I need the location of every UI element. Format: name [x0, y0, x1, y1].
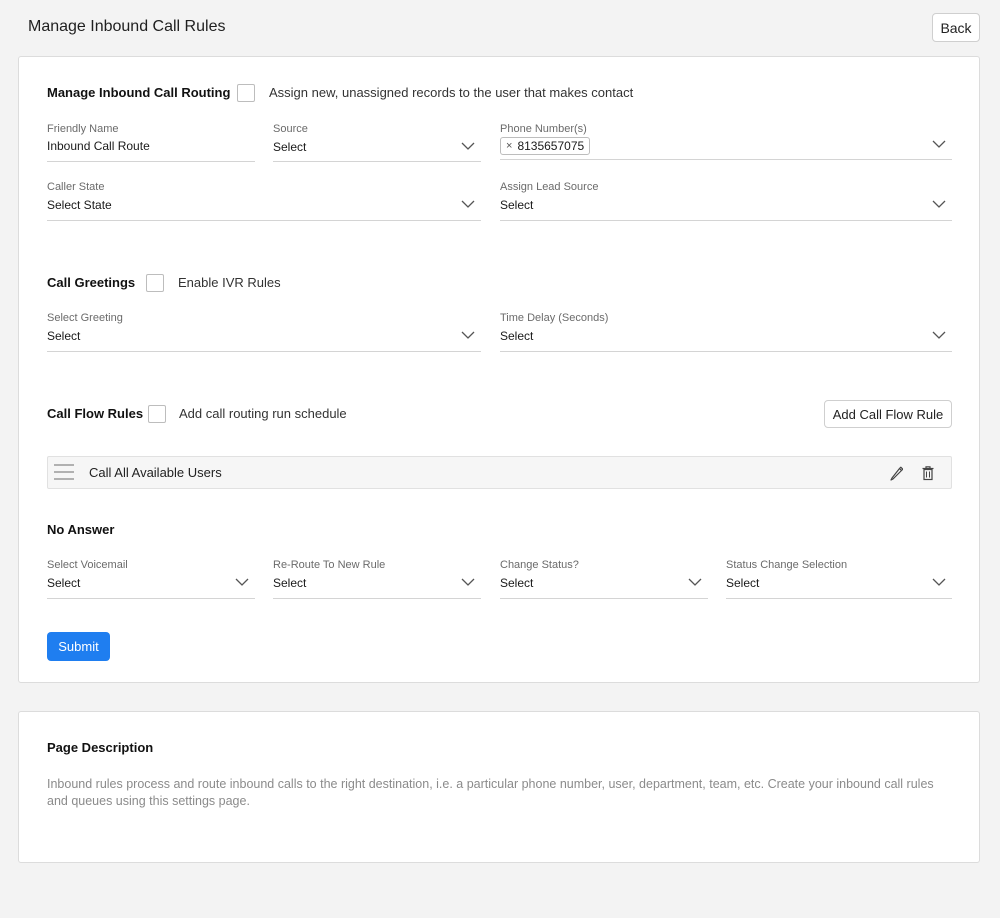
caller-state-select[interactable]: Caller State Select State: [47, 181, 481, 221]
drag-handle-icon[interactable]: [53, 463, 75, 481]
lead-source-value: Select: [500, 198, 534, 212]
call-flow-rule-row[interactable]: Call All Available Users: [47, 456, 952, 489]
chevron-down-icon: [461, 142, 475, 150]
friendly-name-label: Friendly Name: [47, 123, 119, 135]
status-selection-label: Status Change Selection: [726, 559, 848, 571]
description-title: Page Description: [47, 740, 154, 755]
back-button[interactable]: Back: [932, 13, 980, 42]
assign-records-checkbox[interactable]: [237, 84, 255, 102]
description-text: Inbound rules process and route inbound …: [47, 777, 934, 808]
page-description-card: Page Description Inbound rules process a…: [18, 711, 980, 863]
change-status-value: Select: [500, 576, 534, 590]
change-status-label: Change Status?: [500, 559, 579, 571]
chevron-down-icon: [932, 578, 946, 586]
run-schedule-label: Add call routing run schedule: [179, 406, 347, 421]
chevron-down-icon: [932, 200, 946, 208]
page-title: Manage Inbound Call Rules: [28, 18, 226, 35]
reroute-label: Re-Route To New Rule: [273, 559, 386, 571]
assign-records-label: Assign new, unassigned records to the us…: [269, 85, 634, 100]
ivr-rules-label: Enable IVR Rules: [178, 275, 281, 290]
source-value: Select: [273, 140, 307, 154]
chevron-down-icon: [932, 140, 946, 148]
lead-source-label: Assign Lead Source: [500, 181, 599, 193]
chevron-down-icon: [932, 331, 946, 339]
chevron-down-icon: [461, 331, 475, 339]
no-answer-section-title: No Answer: [47, 522, 115, 537]
friendly-name-field[interactable]: Friendly Name Inbound Call Route: [47, 123, 255, 162]
run-schedule-checkbox[interactable]: [148, 405, 166, 423]
source-label: Source: [273, 123, 308, 135]
reroute-select[interactable]: Re-Route To New Rule Select: [273, 559, 481, 599]
lead-source-select[interactable]: Assign Lead Source Select: [500, 181, 952, 221]
caller-state-label: Caller State: [47, 181, 105, 193]
caller-state-value: Select State: [47, 198, 112, 212]
greeting-select[interactable]: Select Greeting Select: [47, 312, 481, 352]
flow-section-title: Call Flow Rules: [47, 406, 144, 421]
status-selection-select[interactable]: Status Change Selection Select: [726, 559, 952, 599]
phone-number-chip[interactable]: × 8135657075: [500, 137, 591, 155]
friendly-name-value: Inbound Call Route: [47, 139, 150, 153]
trash-icon[interactable]: [921, 465, 935, 481]
reroute-value: Select: [273, 576, 307, 590]
voicemail-value: Select: [47, 576, 81, 590]
greetings-section-title: Call Greetings: [47, 275, 136, 290]
time-delay-value: Select: [500, 329, 534, 343]
add-call-flow-rule-button[interactable]: Add Call Flow Rule: [824, 400, 952, 428]
greeting-value: Select: [47, 329, 81, 343]
pencil-icon[interactable]: [889, 465, 903, 481]
chevron-down-icon: [461, 578, 475, 586]
phone-number-chip-label: 8135657075: [517, 139, 585, 153]
time-delay-label: Time Delay (Seconds): [500, 312, 609, 324]
close-icon[interactable]: ×: [506, 140, 512, 152]
source-select[interactable]: Source Select: [273, 123, 481, 162]
chevron-down-icon: [235, 578, 249, 586]
time-delay-select[interactable]: Time Delay (Seconds) Select: [500, 312, 952, 352]
call-flow-rule-label: Call All Available Users: [89, 465, 222, 480]
routing-section-title: Manage Inbound Call Routing: [47, 85, 231, 100]
greeting-label: Select Greeting: [47, 312, 123, 324]
voicemail-label: Select Voicemail: [47, 559, 128, 571]
phone-numbers-select[interactable]: Phone Number(s) × 8135657075: [500, 123, 952, 160]
chevron-down-icon: [461, 200, 475, 208]
voicemail-select[interactable]: Select Voicemail Select: [47, 559, 255, 599]
phone-numbers-label: Phone Number(s): [500, 123, 587, 135]
status-selection-value: Select: [726, 576, 760, 590]
chevron-down-icon: [688, 578, 702, 586]
submit-button[interactable]: Submit: [47, 632, 110, 661]
inbound-rules-form: Manage Inbound Call Routing Assign new, …: [18, 56, 980, 683]
change-status-select[interactable]: Change Status? Select: [500, 559, 708, 599]
ivr-rules-checkbox[interactable]: [146, 274, 164, 292]
